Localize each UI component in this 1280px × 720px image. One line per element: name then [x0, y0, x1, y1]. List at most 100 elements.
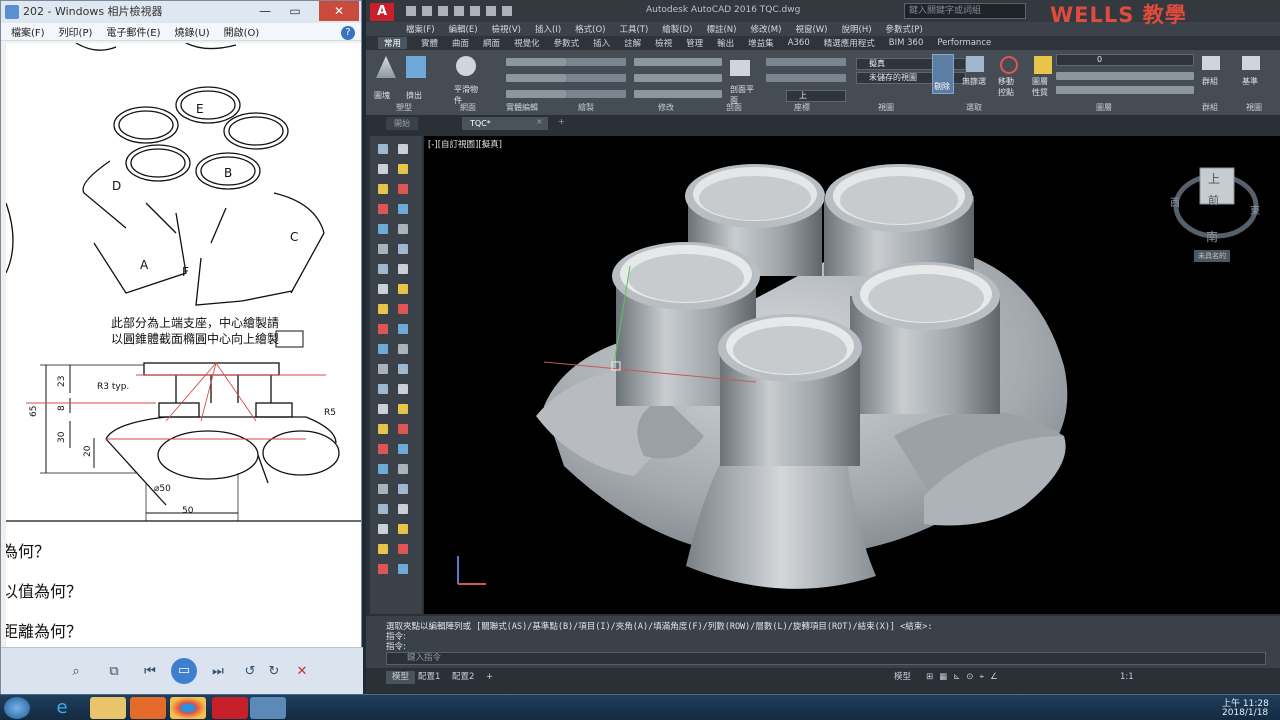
tab-annotate[interactable]: 註解 — [624, 37, 641, 49]
tool-palette-icon[interactable] — [378, 204, 388, 214]
photo-viewer-taskbar-icon[interactable] — [250, 697, 286, 719]
add-layout-icon[interactable]: + — [486, 671, 493, 684]
tool-palette-icon[interactable] — [378, 244, 388, 254]
clock-date[interactable]: 2018/1/18 — [1222, 708, 1268, 718]
tool-palette-icon[interactable] — [378, 504, 388, 514]
extrude-button[interactable]: 擠出 — [406, 90, 422, 101]
menu-draw[interactable]: 繪製(D) — [662, 23, 692, 35]
tool-palette-icon[interactable] — [398, 244, 408, 254]
menu-parametric[interactable]: 參數式(P) — [886, 23, 923, 35]
wcs-menu[interactable]: 未具名的 — [1194, 250, 1230, 262]
tool-palette-icon[interactable] — [378, 484, 388, 494]
tool-palette-icon[interactable] — [378, 264, 388, 274]
tool-palette-icon[interactable] — [378, 424, 388, 434]
tab-visualize[interactable]: 視覺化 — [514, 37, 540, 49]
menu-dimension[interactable]: 標註(N) — [706, 23, 736, 35]
tool-palette-icon[interactable] — [398, 264, 408, 274]
tool-palette-icon[interactable] — [398, 384, 408, 394]
move-gizmo-button[interactable]: 移動控點 — [998, 76, 1020, 98]
help-icon[interactable]: ? — [341, 26, 355, 40]
command-input[interactable]: 鍵入指令 — [386, 652, 1266, 665]
close-button[interactable]: ✕ — [319, 1, 359, 21]
layer-properties-icon[interactable] — [1034, 56, 1052, 74]
print-icon[interactable] — [470, 6, 480, 16]
group-icon[interactable] — [1202, 56, 1220, 70]
menu-insert[interactable]: 插入(I) — [535, 23, 561, 35]
tool-palette-icon[interactable] — [378, 144, 388, 154]
tool-palette-icon[interactable] — [378, 344, 388, 354]
tab-parametric[interactable]: 參數式 — [554, 37, 580, 49]
tool-palette-icon[interactable] — [398, 504, 408, 514]
layer-dropdown[interactable]: 0 — [1056, 54, 1194, 66]
menu-open[interactable]: 開啟(O) — [224, 24, 260, 39]
menu-print[interactable]: 列印(P) — [59, 24, 93, 39]
zoom-icon[interactable]: ⌕ — [65, 662, 87, 682]
start-button[interactable] — [4, 697, 30, 719]
viewcube-east[interactable]: 東 — [1250, 202, 1260, 217]
annotation-scale[interactable]: 1:1 — [1120, 671, 1134, 684]
previous-icon[interactable]: ⏮ — [139, 662, 161, 682]
autocad-taskbar-icon[interactable] — [212, 697, 248, 719]
menu-file[interactable]: 檔案(F) — [11, 24, 45, 39]
tool-palette-icon[interactable] — [398, 224, 408, 234]
box-button[interactable]: 圖塊 — [374, 90, 390, 101]
redo-icon[interactable] — [502, 6, 512, 16]
menu-tools[interactable]: 工具(T) — [619, 23, 648, 35]
ucs-dropdown[interactable]: 上 — [786, 90, 846, 102]
minimize-button[interactable]: — — [251, 1, 279, 21]
tab-insert[interactable]: 插入 — [593, 37, 610, 49]
tool-palette-icon[interactable] — [398, 424, 408, 434]
menu-file[interactable]: 檔案(F) — [406, 23, 435, 35]
tab-start[interactable]: 開始 — [386, 117, 418, 130]
tool-palette-icon[interactable] — [398, 284, 408, 294]
slideshow-button[interactable]: ▭ — [171, 658, 197, 684]
model-space-toggle[interactable]: 模型 — [894, 671, 911, 684]
viewcube-front-face[interactable]: 前 — [1208, 192, 1219, 208]
open-icon[interactable] — [422, 6, 432, 16]
tool-palette-icon[interactable] — [398, 304, 408, 314]
media-player-icon[interactable] — [130, 697, 166, 719]
new-icon[interactable] — [406, 6, 416, 16]
tool-palette-icon[interactable] — [398, 364, 408, 374]
drafting-toggles[interactable]: ⊞▦⊾⊙⌖∠ — [926, 671, 1004, 684]
new-tab-icon[interactable]: + — [558, 117, 565, 126]
tool-palette-icon[interactable] — [398, 544, 408, 554]
layout-tab-2[interactable]: 配置2 — [452, 671, 474, 684]
close-tab-icon[interactable]: × — [536, 117, 543, 126]
tool-palette-icon[interactable] — [398, 324, 408, 334]
tool-palette-icon[interactable] — [398, 164, 408, 174]
viewcube-west[interactable]: 西 — [1170, 194, 1180, 209]
chrome-icon[interactable] — [170, 697, 206, 719]
tool-palette-icon[interactable] — [378, 544, 388, 554]
tool-palette-icon[interactable] — [378, 524, 388, 534]
tool-palette-icon[interactable] — [378, 464, 388, 474]
next-icon[interactable]: ⏭ — [207, 662, 229, 682]
no-filter-icon[interactable] — [966, 56, 984, 72]
tab-manage[interactable]: 管理 — [686, 37, 703, 49]
tool-palette-icon[interactable] — [378, 304, 388, 314]
drawing-canvas[interactable]: [-][自訂視圖][擬真] 上 前 西 東 南 未具名的 — [424, 136, 1280, 614]
tool-palette-icon[interactable] — [398, 524, 408, 534]
rotate-right-icon[interactable]: ↻ — [263, 662, 285, 682]
tool-palette-icon[interactable] — [378, 164, 388, 174]
tool-palette-icon[interactable] — [378, 564, 388, 574]
tab-addins[interactable]: 增益集 — [748, 37, 774, 49]
tab-home[interactable]: 常用 — [378, 37, 408, 49]
tool-palette-icon[interactable] — [378, 224, 388, 234]
search-input[interactable]: 鍵入關鍵字或詞組 — [904, 3, 1026, 19]
menu-format[interactable]: 格式(O) — [575, 23, 605, 35]
layer-properties-button[interactable]: 圖層性質 — [1032, 76, 1054, 98]
base-view-button[interactable]: 基準 — [1242, 76, 1258, 87]
move-gizmo-icon[interactable] — [1000, 56, 1018, 74]
tab-output[interactable]: 輸出 — [717, 37, 734, 49]
tool-palette-icon[interactable] — [398, 184, 408, 194]
delete-icon[interactable]: ✕ — [291, 662, 313, 682]
menu-view[interactable]: 檢視(V) — [492, 23, 521, 35]
tab-solid[interactable]: 實體 — [421, 37, 438, 49]
menu-email[interactable]: 電子郵件(E) — [106, 24, 160, 39]
no-filter-button[interactable]: 無篩選 — [962, 76, 986, 87]
tool-palette-icon[interactable] — [398, 144, 408, 154]
tool-palette-icon[interactable] — [398, 204, 408, 214]
saveas-icon[interactable] — [454, 6, 464, 16]
tool-palette-icon[interactable] — [398, 564, 408, 574]
